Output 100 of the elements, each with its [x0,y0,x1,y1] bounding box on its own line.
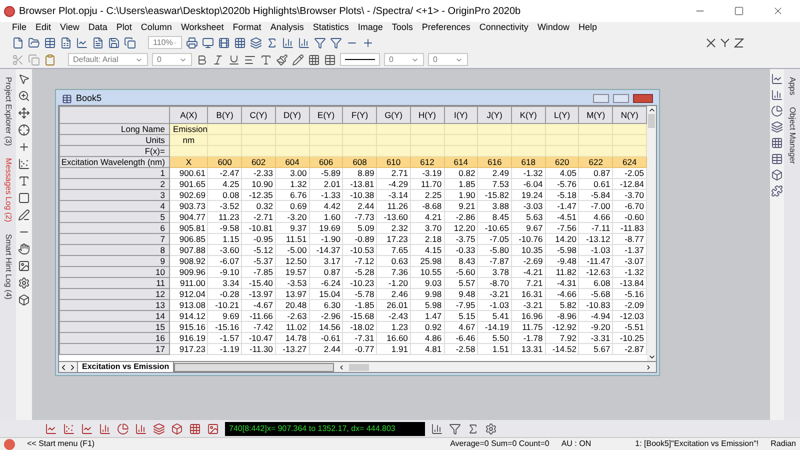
menu-item[interactable]: Format [232,21,262,35]
grid-icon[interactable] [234,36,246,48]
previous-sheet-icon[interactable] [59,362,68,372]
grid-icon[interactable] [308,54,320,66]
menu-item[interactable]: Statistics [312,21,349,35]
text-icon[interactable] [260,54,272,66]
layers-icon[interactable] [250,36,262,48]
text-icon[interactable] [18,175,30,187]
side-panel-tab[interactable]: Project Explorer (3) [2,77,14,146]
bar-chart-icon[interactable] [431,422,443,434]
plus-icon[interactable] [18,141,30,153]
bar-chart-icon[interactable] [282,36,294,48]
minimize-button[interactable] [593,94,609,103]
box-icon[interactable] [771,169,783,181]
font-dropdown[interactable]: Default: Arial [68,53,148,66]
scroll-thumb[interactable] [349,364,370,370]
layers-icon[interactable] [153,422,165,434]
column-header[interactable]: E(Y) [309,106,343,124]
crosshair-icon[interactable] [18,124,30,136]
table-icon[interactable] [771,153,783,165]
chart-icon[interactable] [771,73,783,85]
grid-icon[interactable] [189,422,201,434]
pointer-icon[interactable] [18,73,30,85]
filter-icon[interactable] [314,36,326,48]
side-panel-tab[interactable]: Messages Log (2) [2,158,14,222]
menu-item[interactable]: Preferences [422,21,470,35]
settings-icon[interactable] [485,422,497,434]
vertical-scrollbar[interactable] [647,106,656,361]
document-icon[interactable] [92,36,104,48]
copy-icon[interactable] [124,36,136,48]
italic-icon[interactable] [212,54,224,66]
hand-icon[interactable] [18,243,30,255]
column-header[interactable]: D(Y) [275,106,310,124]
column-header[interactable]: L(Y) [545,106,579,124]
line-width-dropdown[interactable]: 0 [384,53,424,66]
printer-icon[interactable] [186,36,198,48]
filter-icon[interactable] [330,36,342,48]
filter-icon[interactable] [449,422,461,434]
next-sheet-icon[interactable] [68,362,77,372]
restore-button[interactable] [613,94,629,103]
image-icon[interactable] [207,422,219,434]
underline-icon[interactable] [228,54,240,66]
rectangle-icon[interactable] [18,192,30,204]
line-chart-icon[interactable] [45,422,57,434]
column-header[interactable]: J(Y) [478,106,512,124]
column-header[interactable]: I(Y) [444,106,478,124]
align-icon[interactable] [244,54,256,66]
scatter-icon[interactable] [18,158,30,170]
zoom-icon[interactable] [18,90,30,102]
paint-icon[interactable] [276,54,288,66]
menu-item[interactable]: Tools [392,21,413,35]
menu-item[interactable]: Plot [116,21,132,35]
plus-icon[interactable] [362,36,374,48]
move-icon[interactable] [18,107,30,119]
pie-chart-icon[interactable] [117,422,129,434]
settings-icon[interactable] [18,277,30,289]
line-chart-icon[interactable] [81,422,93,434]
bar-chart-icon[interactable] [135,422,147,434]
side-panel-tab[interactable]: Object Manager [786,107,798,164]
sigma-icon[interactable] [266,36,278,48]
close-icon[interactable] [772,5,784,17]
column-header[interactable]: F(Y) [342,106,377,124]
column-header[interactable]: M(Y) [578,106,613,124]
start-button-icon[interactable] [4,438,15,450]
font-size-dropdown[interactable]: 0 [152,53,192,66]
new-file-icon[interactable] [12,36,24,48]
line-style-dropdown[interactable] [340,53,380,66]
scroll-down-icon[interactable] [648,353,656,361]
menu-item[interactable]: Edit [36,21,52,35]
menu-item[interactable]: File [12,21,27,35]
menu-item[interactable]: Image [358,21,383,35]
pie-chart-icon[interactable] [771,105,783,117]
column-header[interactable]: K(Y) [511,106,546,124]
box-icon[interactable] [171,422,183,434]
axis-y-icon[interactable] [720,38,730,48]
scroll-up-icon[interactable] [648,106,656,114]
open-folder-icon[interactable] [28,36,40,48]
column-header[interactable]: C(Y) [242,106,276,124]
film-icon[interactable] [218,36,230,48]
sheet-tab[interactable]: Excitation vs Emission [77,362,174,372]
menu-item[interactable]: Worksheet [180,21,224,35]
column-header[interactable]: N(Y) [612,106,646,124]
menu-item[interactable]: Data [88,21,108,35]
axis-z-icon[interactable] [734,38,744,48]
column-header[interactable]: H(Y) [410,106,444,124]
pencil-icon[interactable] [292,54,304,66]
monitor-icon[interactable] [202,36,214,48]
line-chart-icon[interactable] [76,36,88,48]
scroll-right-icon[interactable] [645,364,652,370]
layers-icon[interactable] [771,121,783,133]
sigma-icon[interactable] [467,422,479,434]
bold-icon[interactable] [196,54,208,66]
size-dropdown[interactable]: 0 [428,53,468,66]
pen-icon[interactable] [18,209,30,221]
bar-chart-icon[interactable] [771,89,783,101]
scatter-icon[interactable] [63,422,75,434]
spreadsheet-icon[interactable] [60,36,72,48]
puzzle-icon[interactable] [771,185,783,197]
table-icon[interactable] [324,54,336,66]
column-header[interactable]: A(X) [169,106,208,124]
